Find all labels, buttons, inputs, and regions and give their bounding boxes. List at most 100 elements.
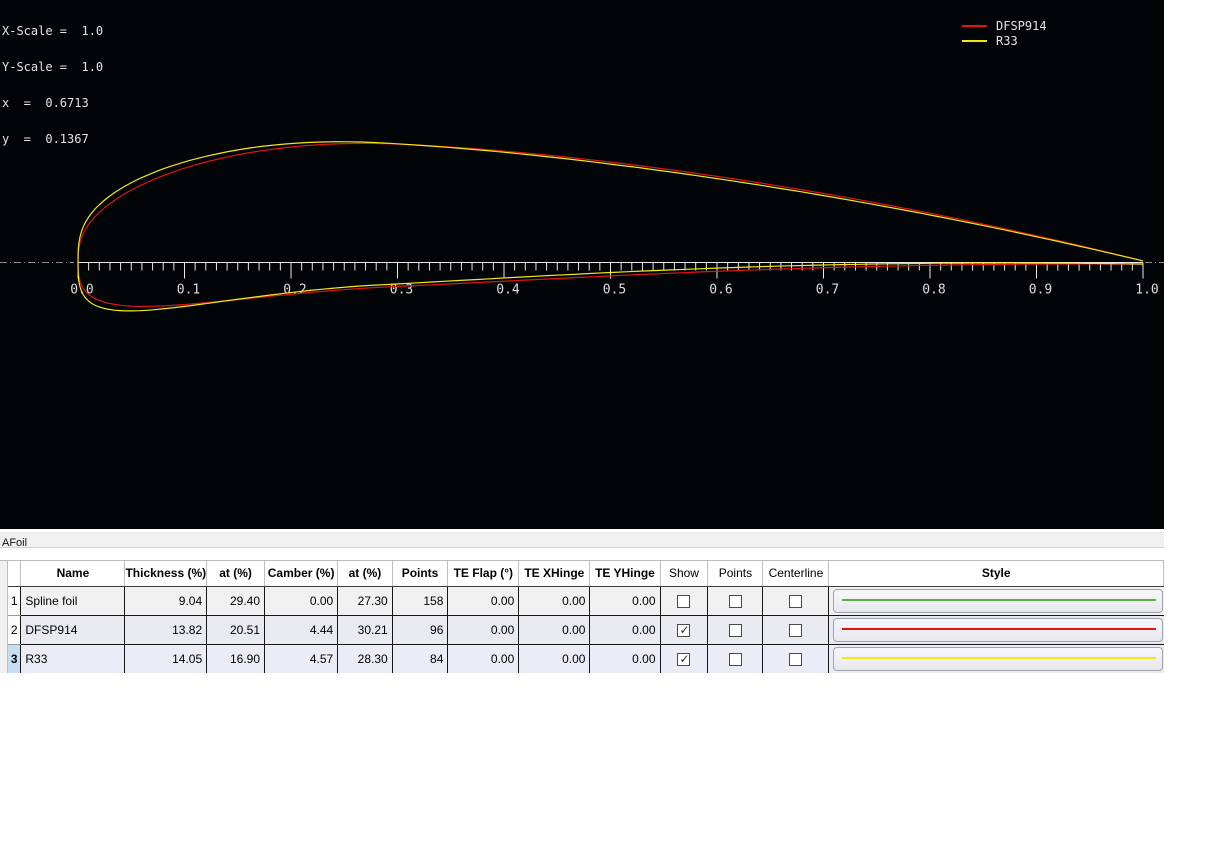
cell-centerline-checkbox[interactable] <box>762 644 830 673</box>
x-tick-label: 0.1 <box>177 283 200 298</box>
cell-te-xhinge[interactable]: 0.00 <box>518 586 591 616</box>
cursor-y-readout: y = 0.1367 <box>2 132 89 146</box>
legend-label: DFSP914 <box>996 18 1047 33</box>
cell-points[interactable]: 158 <box>392 586 449 616</box>
points-checkbox[interactable] <box>728 652 742 666</box>
x-tick-label: 0.4 <box>496 283 520 298</box>
table-row: 3 R33 14.05 16.90 4.57 28.30 84 0.00 0.00 0.00 <box>8 644 1164 673</box>
header-at-: at (%) <box>337 561 393 587</box>
plot-canvas[interactable]: 0.0 0.1 0.2 0.3 0.4 0.5 0.6 0.7 0.8 0.9 1.0 <box>0 0 1164 529</box>
cell-points-checkbox[interactable] <box>707 644 764 673</box>
cell-camber-at[interactable]: 30.21 <box>337 615 393 645</box>
header-points: Points <box>392 561 449 587</box>
x-scale-readout: X-Scale = 1.0 <box>2 24 104 38</box>
x-tick-label: 1.0 <box>1135 283 1158 298</box>
header-at-: at (%) <box>206 561 266 587</box>
table-left-frame <box>0 561 8 673</box>
row-number[interactable]: 3 <box>8 644 22 673</box>
cursor-x-readout: x = 0.6713 <box>2 96 89 110</box>
cell-points-checkbox[interactable] <box>707 615 764 645</box>
scale-readout: X-Scale = 1.0 Y-Scale = 1.0 x = 0.6713 y… <box>2 1 103 169</box>
header-te-xhinge: TE XHinge <box>518 561 591 587</box>
show-checkbox[interactable] <box>677 594 691 608</box>
header-name: Name <box>20 561 126 587</box>
style-button[interactable] <box>833 588 1164 613</box>
cell-camber[interactable]: 0.00 <box>264 586 339 616</box>
cell-camber-at[interactable]: 28.30 <box>337 644 393 673</box>
x-tick-label: 0.8 <box>922 283 945 298</box>
points-checkbox[interactable] <box>728 623 742 637</box>
cell-centerline-checkbox[interactable] <box>762 615 830 645</box>
header-camber-: Camber (%) <box>264 561 339 587</box>
cell-centerline-checkbox[interactable] <box>762 586 830 616</box>
x-tick-label: 0.7 <box>816 283 839 298</box>
row-number[interactable]: 2 <box>8 615 22 645</box>
header-show: Show <box>660 561 709 587</box>
header-points: Points <box>707 561 764 587</box>
header-te-flap-: TE Flap (°) <box>447 561 520 587</box>
afoil-dock-title: AFoil <box>2 537 28 549</box>
cell-te-yhinge[interactable]: 0.00 <box>589 586 661 616</box>
header-style: Style <box>828 561 1164 587</box>
cell-name[interactable]: DFSP914 <box>20 615 126 645</box>
header-te-yhinge: TE YHinge <box>589 561 661 587</box>
cell-thickness[interactable]: 13.82 <box>124 615 208 645</box>
cell-name[interactable]: R33 <box>20 644 126 673</box>
x-tick-label: 0.6 <box>709 283 732 298</box>
line-style-swatch <box>842 598 1157 601</box>
header-centerline: Centerline <box>762 561 830 587</box>
centerline-checkbox[interactable] <box>789 652 803 666</box>
table-row: 2 DFSP914 13.82 20.51 4.44 30.21 96 0.00 0.00 0.0… <box>8 615 1164 645</box>
cell-thickness[interactable]: 14.05 <box>124 644 208 673</box>
cell-te-xhinge[interactable]: 0.00 <box>518 615 591 645</box>
show-checkbox[interactable] <box>677 623 691 637</box>
cell-te-yhinge[interactable]: 0.00 <box>589 644 661 673</box>
cell-style <box>828 644 1164 673</box>
header-corner <box>8 561 22 587</box>
cell-te-yhinge[interactable]: 0.00 <box>589 615 661 645</box>
afoil-dock-titlebar[interactable]: AFoil <box>0 532 1164 549</box>
style-button[interactable] <box>833 617 1164 642</box>
legend-line-swatch <box>962 24 987 27</box>
cell-show-checkbox[interactable] <box>660 644 709 673</box>
x-axis: 0.0 0.1 0.2 0.3 0.4 0.5 0.6 0.7 0.8 0.9 1.0 <box>70 262 1159 298</box>
foil-plot-area[interactable]: 0.0 0.1 0.2 0.3 0.4 0.5 0.6 0.7 0.8 0.9 1.0 X-Scal… <box>0 0 1164 529</box>
centerline-checkbox[interactable] <box>789 623 803 637</box>
cell-style <box>828 615 1164 645</box>
plot-legend: DFSP914 R33 <box>962 18 1047 48</box>
cell-thickness[interactable]: 9.04 <box>124 586 208 616</box>
header-thickness-: Thickness (%) <box>124 561 208 587</box>
cell-thickness-at[interactable]: 20.51 <box>206 615 266 645</box>
table-header-row: Name Thickness (%) at (%) Camber (%) at (%) P… <box>8 561 1164 587</box>
cell-te-flap[interactable]: 0.00 <box>447 644 520 673</box>
cell-points-checkbox[interactable] <box>707 586 764 616</box>
cell-te-flap[interactable]: 0.00 <box>447 615 520 645</box>
centerline-checkbox[interactable] <box>789 594 803 608</box>
line-style-swatch <box>842 656 1157 659</box>
legend-label: R33 <box>996 33 1018 48</box>
cell-points[interactable]: 96 <box>392 615 449 645</box>
line-style-swatch <box>842 627 1157 630</box>
cell-camber-at[interactable]: 27.30 <box>337 586 393 616</box>
cell-show-checkbox[interactable] <box>660 586 709 616</box>
cell-camber[interactable]: 4.44 <box>264 615 339 645</box>
legend-line-swatch <box>962 39 987 42</box>
cell-name[interactable]: Spline foil <box>20 586 126 616</box>
cell-te-flap[interactable]: 0.00 <box>447 586 520 616</box>
cell-thickness-at[interactable]: 29.40 <box>206 586 266 616</box>
cell-points[interactable]: 84 <box>392 644 449 673</box>
table-row: 1 Spline foil 9.04 29.40 0.00 27.30 158 0.00 0.0… <box>8 586 1164 616</box>
x-tick-label: 0.5 <box>603 283 626 298</box>
points-checkbox[interactable] <box>728 594 742 608</box>
cell-camber[interactable]: 4.57 <box>264 644 339 673</box>
row-number[interactable]: 1 <box>8 586 22 616</box>
style-button[interactable] <box>833 646 1164 671</box>
cell-thickness-at[interactable]: 16.90 <box>206 644 266 673</box>
cell-style <box>828 586 1164 616</box>
cell-show-checkbox[interactable] <box>660 615 709 645</box>
foil-table: Name Thickness (%) at (%) Camber (%) at (%) P… <box>8 561 1164 673</box>
show-checkbox[interactable] <box>677 652 691 666</box>
cell-te-xhinge[interactable]: 0.00 <box>518 644 591 673</box>
y-scale-readout: Y-Scale = 1.0 <box>2 60 104 74</box>
x-tick-label: 0.9 <box>1029 283 1052 298</box>
